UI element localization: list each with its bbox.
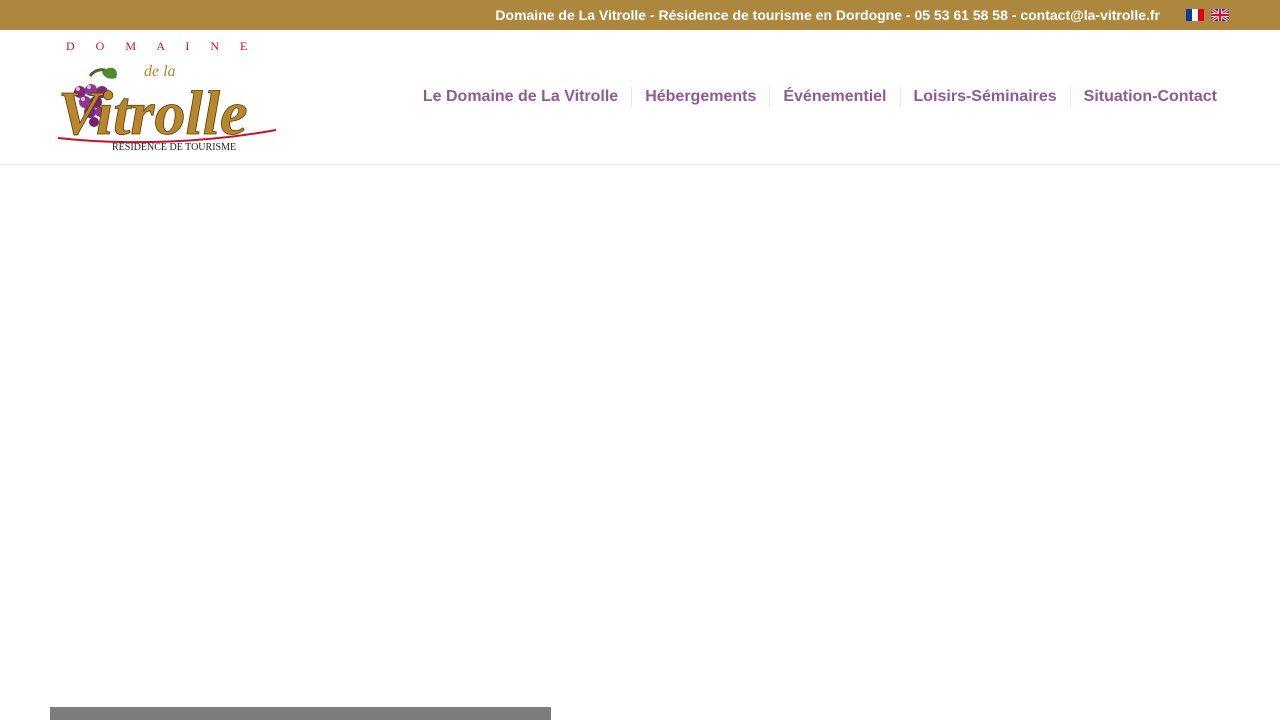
content-image-placeholder: [50, 707, 551, 720]
top-info-bar: Domaine de La Vitrolle - Résidence de to…: [0, 0, 1280, 30]
flag-fr-icon[interactable]: [1186, 9, 1204, 21]
nav-item-domaine[interactable]: Le Domaine de La Vitrolle: [410, 87, 631, 107]
nav-item-situation-contact[interactable]: Situation-Contact: [1069, 87, 1230, 107]
nav-item-evenementiel[interactable]: Événementiel: [769, 87, 899, 107]
main-navigation: Le Domaine de La Vitrolle Hébergements É…: [410, 83, 1230, 111]
flag-uk-icon[interactable]: [1211, 9, 1229, 21]
contact-info-text: Domaine de La Vitrolle - Résidence de to…: [495, 7, 1160, 23]
site-logo[interactable]: D O M A I N E de la Vitrolle RÉSIDENCE D…: [50, 38, 282, 156]
nav-item-loisirs-seminaires[interactable]: Loisirs-Séminaires: [899, 87, 1070, 107]
site-header: D O M A I N E de la Vitrolle RÉSIDENCE D…: [0, 30, 1280, 165]
logo-top-word: D O M A I N E: [66, 39, 256, 53]
logo-small-word: de la: [144, 63, 176, 80]
logo-tagline: RÉSIDENCE DE TOURISME: [112, 141, 236, 153]
language-switcher: [1186, 9, 1229, 21]
nav-item-hebergements[interactable]: Hébergements: [631, 87, 769, 107]
